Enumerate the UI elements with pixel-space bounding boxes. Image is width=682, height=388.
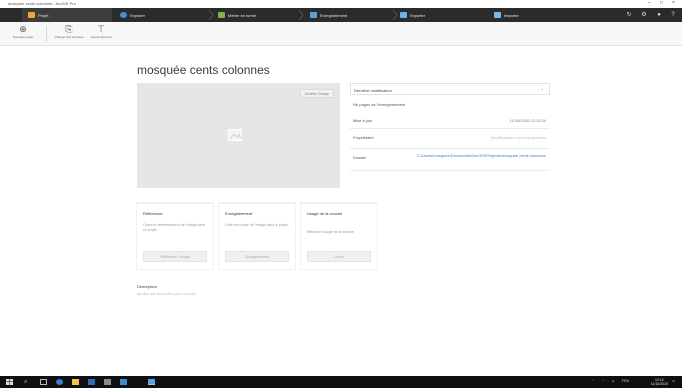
window-titlebar: mosquée cents colonnes - ArcGIS Pro – □ …	[0, 0, 682, 8]
close-button[interactable]: ×	[672, 0, 675, 6]
card-usage-couche: Usage de la couche Effectuer l'usage de …	[301, 203, 377, 269]
windows-taskbar: ⌕ ⌃ ◔ ◂ FRA 12:12 11/10/2020 ▭	[0, 376, 682, 388]
nav-label: Enregistrement	[320, 12, 348, 18]
save-record-button[interactable]: Enregistrement	[225, 251, 289, 262]
info-subheader-row: Nb pages de l'enregistrement	[350, 98, 550, 112]
save-icon	[310, 12, 317, 18]
export-icon	[400, 12, 407, 18]
nav-chevron-icon	[208, 10, 214, 20]
task-view-icon[interactable]	[40, 379, 47, 385]
search-icon[interactable]: ⌕	[24, 379, 31, 385]
card-title: Usage de la couche	[307, 211, 343, 216]
nav-item-mettre-en-forme[interactable]: Mettre en forme	[218, 8, 256, 22]
card-referencer: Référencer Ouvre le référencement de l'i…	[137, 203, 213, 269]
tray-chevron-icon[interactable]: ⌃	[592, 379, 595, 383]
nav-item-importer[interactable]: Importer	[494, 8, 519, 22]
nav-label: Projet	[38, 12, 49, 18]
refresh-icon[interactable]: ↻	[626, 12, 632, 18]
help-icon[interactable]: ?	[670, 12, 676, 18]
new-item-button[interactable]: ⊤ Nouvel élément	[86, 24, 116, 44]
notifications-icon[interactable]: ▭	[672, 379, 675, 383]
open-layer-button[interactable]: Ouvrir	[307, 251, 371, 262]
window-title: mosquée cents colonnes - ArcGIS Pro	[8, 1, 76, 6]
minimize-button[interactable]: –	[648, 0, 651, 6]
info-row-folder: Dossier C:\Users\mosquée\Documents\ArcGI…	[350, 151, 550, 171]
ribbon-divider	[46, 26, 47, 42]
modify-image-button[interactable]: Modifier l'image	[299, 89, 334, 98]
nav-item-enregistrement[interactable]: Enregistrement	[310, 8, 347, 22]
new-project-icon: ⊕	[19, 24, 27, 34]
nav-label: Exporter	[410, 12, 426, 18]
nav-label: Explorer	[130, 12, 145, 18]
load-data-icon: ⎘	[65, 24, 73, 34]
style-icon	[218, 12, 225, 18]
card-title: Enregistrement	[225, 211, 253, 216]
edge-browser-icon[interactable]	[56, 379, 63, 385]
network-icon[interactable]: ◔	[602, 379, 604, 383]
nav-label: Importer	[504, 12, 519, 18]
store-icon[interactable]	[88, 379, 95, 385]
new-item-icon: ⊤	[97, 24, 105, 34]
explore-icon	[120, 12, 127, 18]
folder-link[interactable]: C:\Users\mosquée\Documents\ArcGIS\Projec…	[416, 153, 546, 158]
photos-icon[interactable]	[120, 379, 127, 385]
chevron-down-icon: ›	[541, 87, 543, 93]
nav-item-explorer[interactable]: Explorer	[120, 8, 145, 22]
info-key: Propriétaire	[353, 135, 374, 140]
card-description: Effectuer l'usage de la couche.	[307, 230, 355, 234]
card-enregistrement: Enregistrement Crée une copie de l'image…	[219, 203, 295, 269]
card-description: Crée une copie de l'image dans le projet…	[225, 223, 289, 227]
info-row-updated: Mise à jour 11/10/2020 12:12:04	[350, 114, 550, 129]
ribbon-label: Nouvel élément	[90, 35, 112, 39]
new-project-button[interactable]: ⊕ Nouveau projet	[8, 24, 38, 44]
load-data-button[interactable]: ⎘ Charger des données	[54, 24, 84, 44]
nav-chevron-icon	[298, 10, 304, 20]
settings-icon[interactable]: ⚙	[641, 12, 647, 18]
nav-label: Mettre en forme	[228, 12, 257, 18]
language-indicator[interactable]: FRA	[622, 379, 629, 383]
ribbon-label: Nouveau projet	[12, 35, 34, 39]
import-icon	[494, 12, 501, 18]
image-placeholder-icon	[228, 129, 242, 141]
info-subheader: Nb pages de l'enregistrement	[353, 102, 406, 107]
reference-image-button[interactable]: Référencer l'image	[143, 251, 207, 262]
windows-start-icon[interactable]	[6, 379, 13, 385]
mail-icon[interactable]	[104, 379, 111, 385]
info-key: Mise à jour	[353, 118, 373, 123]
ribbon-label: Charger des données	[54, 35, 84, 39]
description-input[interactable]: Ajoutez une description pour ce projet	[137, 292, 196, 296]
nav-item-projet[interactable]: Projet	[22, 8, 112, 22]
card-title: Référencer	[143, 211, 163, 216]
info-value: Modifications sont enregistrées	[490, 135, 546, 140]
page-title: mosquée cents colonnes	[137, 63, 270, 77]
folder-icon	[28, 12, 35, 18]
arcgis-app-icon[interactable]	[148, 379, 155, 385]
info-row-owner: Propriétaire Modifications sont enregist…	[350, 131, 550, 149]
card-description: Ouvre le référencement de l'image dans c…	[143, 223, 206, 232]
volume-icon[interactable]: ◂	[612, 379, 614, 383]
image-preview: Modifier l'image	[137, 83, 340, 188]
nav-chevron-icon	[392, 10, 398, 20]
ribbon-toolbar: ⊕ Nouveau projet ⎘ Charger des données ⊤…	[0, 22, 682, 46]
file-explorer-icon[interactable]	[72, 379, 79, 385]
info-header: Dernière modification	[354, 88, 392, 93]
description-title: Description	[137, 284, 158, 289]
clock[interactable]: 12:12 11/10/2020	[651, 378, 668, 386]
maximize-button[interactable]: □	[660, 0, 663, 6]
info-key: Dossier	[353, 155, 367, 160]
clock-date: 11/10/2020	[650, 382, 668, 386]
nav-item-exporter[interactable]: Exporter	[400, 8, 425, 22]
info-value: 11/10/2020 12:12:04	[509, 118, 546, 123]
user-icon[interactable]: ●	[656, 12, 662, 18]
last-modified-dropdown[interactable]: Dernière modification ›	[350, 83, 550, 95]
main-navbar: Projet Explorer Mettre en forme Enregist…	[0, 8, 682, 22]
